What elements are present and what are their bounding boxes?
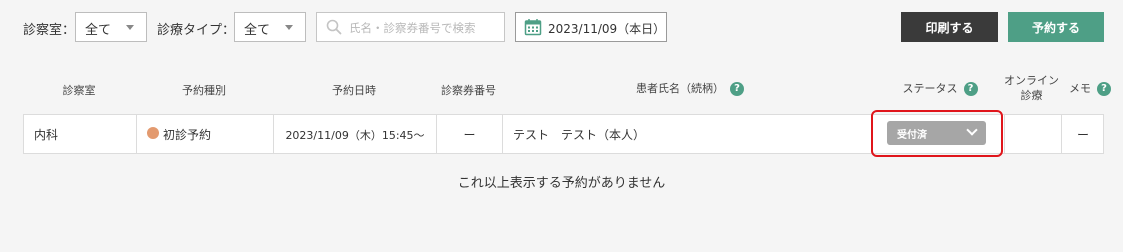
col-room: 診察室 [62,84,96,97]
col-card-number: 診察券番号 [441,84,496,97]
calendar-icon [524,19,542,36]
col-patient-name: 患者氏名（続柄）? [620,80,760,96]
col-datetime: 予約日時 [332,84,376,97]
empty-message: これ以上表示する予約がありません [457,176,666,191]
reserve-button[interactable]: 予約する [1008,12,1104,42]
reservation-type-value: 初診予約 [163,128,212,142]
type-filter-select[interactable]: 全て [234,12,306,42]
table-row[interactable]: 内科 初診予約 2023/11/09（木）15:45～ ー テスト テスト（本人… [23,114,1104,154]
cell-online [1004,115,1061,153]
help-icon[interactable]: ? [730,82,744,96]
card-number-value: ー [463,128,476,142]
date-picker[interactable]: 2023/11/09（本日） [515,12,667,42]
search-input[interactable] [347,18,501,38]
col-status: ステータス? [900,80,980,96]
col-online-line2: 診療 [1020,89,1043,102]
col-memo-label: メモ [1069,82,1091,95]
room-value: 内科 [34,128,59,142]
datetime-value: 2023/11/09（木）15:45～ [285,129,425,142]
search-icon [326,19,342,35]
col-online: オンライン 診療 [1003,73,1060,103]
toolbar: 診察室： 全て 診療タイプ： 全て 2023/11/09（本日） 印刷する 予約… [0,0,1123,56]
search-box[interactable] [316,12,505,42]
caret-down-icon [126,25,134,30]
status-value: 受付済 [897,130,927,141]
col-reservation-type: 予約種別 [182,84,226,97]
room-filter-select[interactable]: 全て [75,12,147,42]
memo-value: ー [1076,128,1089,142]
cell-status: 受付済 [871,115,1004,153]
cell-room: 内科 [24,115,136,153]
caret-down-icon [285,25,293,30]
cell-reservation-type: 初診予約 [136,115,273,153]
cell-card-number: ー [436,115,502,153]
type-filter-label: 診療タイプ： [157,23,236,38]
col-online-line1: オンライン [1004,74,1059,87]
date-value: 2023/11/09（本日） [548,22,666,36]
cell-datetime: 2023/11/09（木）15:45～ [273,115,436,153]
cell-memo[interactable]: ー [1061,115,1103,153]
print-button[interactable]: 印刷する [901,12,998,42]
first-visit-dot-icon [147,127,159,139]
cell-patient-name: テスト テスト（本人） [502,115,871,153]
help-icon[interactable]: ? [1097,82,1111,96]
col-status-label: ステータス [902,82,958,95]
chevron-down-icon [966,124,978,136]
room-filter-value: 全て [85,23,112,38]
type-filter-value: 全て [244,23,271,38]
col-patient-name-label: 患者氏名（続柄） [636,82,724,95]
help-icon[interactable]: ? [963,82,978,96]
status-select[interactable]: 受付済 [887,121,986,145]
patient-name-value[interactable]: テスト テスト（本人） [513,126,645,143]
col-memo: メモ? [1065,80,1115,96]
room-filter-label: 診察室： [23,23,76,38]
